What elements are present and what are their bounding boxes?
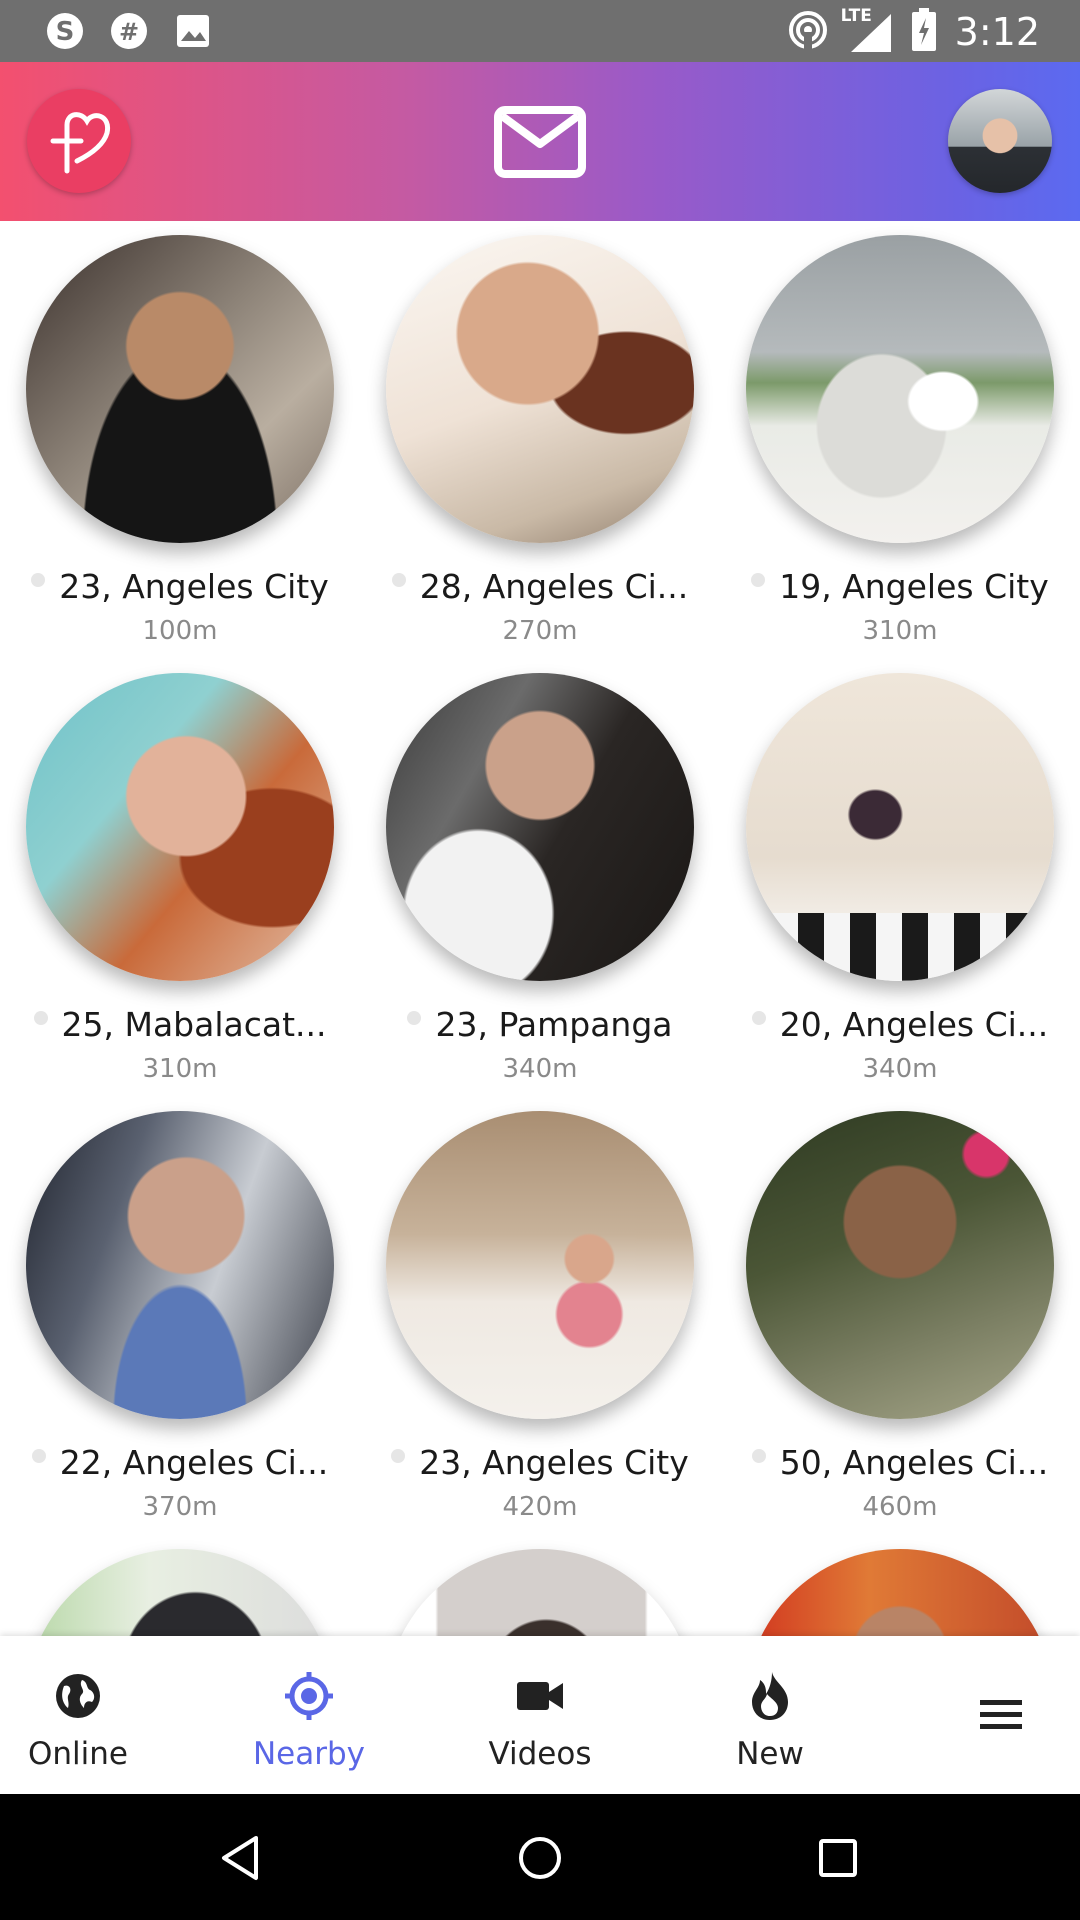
profile-photo[interactable] bbox=[26, 1549, 334, 1636]
profile-label: 28, Angeles Ci... bbox=[419, 567, 689, 606]
app-header bbox=[0, 62, 1080, 221]
image-icon bbox=[172, 10, 214, 52]
tab-label: Videos bbox=[488, 1736, 592, 1772]
signal-icon: LTE bbox=[841, 6, 893, 54]
heart-logo-icon[interactable] bbox=[27, 89, 131, 193]
recents-icon[interactable] bbox=[810, 1830, 866, 1886]
status-dot bbox=[31, 1448, 46, 1463]
profile-card[interactable]: 25, Mabalacat... 310m bbox=[0, 659, 360, 1099]
flame-icon bbox=[744, 1670, 796, 1722]
profile-distance: 340m bbox=[862, 1054, 938, 1084]
profile-distance: 270m bbox=[502, 616, 578, 646]
status-dot bbox=[751, 1448, 766, 1463]
tab-new[interactable]: New bbox=[670, 1636, 870, 1794]
profile-distance: 420m bbox=[502, 1492, 578, 1522]
profile-card[interactable]: 50, Angeles Ci... 460m bbox=[720, 1097, 1080, 1537]
hotspot-icon bbox=[787, 9, 829, 55]
home-icon[interactable] bbox=[512, 1830, 568, 1886]
status-dot bbox=[33, 1010, 48, 1025]
profile-card[interactable]: 20, Angeles Ci... 340m bbox=[720, 659, 1080, 1099]
status-dot bbox=[751, 1010, 766, 1025]
profile-photo[interactable] bbox=[26, 1111, 334, 1419]
status-dot bbox=[31, 572, 46, 587]
profile-distance: 340m bbox=[502, 1054, 578, 1084]
status-dot bbox=[391, 572, 406, 587]
profile-card[interactable]: 23, Angeles City 420m bbox=[360, 1097, 720, 1537]
profile-distance: 310m bbox=[142, 1054, 218, 1084]
status-bar: S # LTE 3:12 bbox=[0, 0, 1080, 62]
network-type: LTE bbox=[840, 6, 872, 26]
clock: 3:12 bbox=[954, 10, 1040, 54]
profile-photo[interactable] bbox=[746, 1549, 1054, 1636]
profile-card[interactable] bbox=[0, 1535, 360, 1636]
profile-card[interactable] bbox=[360, 1535, 720, 1636]
bottom-navigation: Online Nearby Videos New bbox=[0, 1636, 1080, 1794]
profile-photo[interactable] bbox=[746, 1111, 1054, 1419]
tab-label: Nearby bbox=[252, 1736, 366, 1772]
profile-distance: 370m bbox=[142, 1492, 218, 1522]
profile-card[interactable]: 19, Angeles City 310m bbox=[720, 221, 1080, 661]
profile-label: 50, Angeles Ci... bbox=[779, 1443, 1049, 1482]
profile-photo[interactable] bbox=[746, 673, 1054, 981]
profile-label: 20, Angeles Ci... bbox=[779, 1005, 1049, 1044]
tab-label: Online bbox=[28, 1736, 128, 1772]
profile-label: 23, Pampanga bbox=[435, 1005, 673, 1044]
profile-label: 23, Angeles City bbox=[59, 567, 329, 606]
profile-photo[interactable] bbox=[746, 235, 1054, 543]
user-avatar[interactable] bbox=[948, 89, 1052, 193]
profile-card[interactable]: 23, Pampanga 340m bbox=[360, 659, 720, 1099]
globe-icon bbox=[52, 1670, 104, 1722]
status-dot bbox=[391, 1448, 406, 1463]
battery-icon bbox=[911, 8, 937, 56]
hamburger-menu-icon[interactable] bbox=[980, 1698, 1022, 1730]
profile-photo[interactable] bbox=[26, 235, 334, 543]
profile-distance: 460m bbox=[862, 1492, 938, 1522]
profile-photo[interactable] bbox=[386, 235, 694, 543]
crosshair-icon bbox=[283, 1670, 335, 1722]
profile-photo[interactable] bbox=[386, 673, 694, 981]
profile-photo[interactable] bbox=[26, 673, 334, 981]
profile-grid: 23, Angeles City 100m 28, Angeles Ci... … bbox=[0, 221, 1080, 1636]
profile-card[interactable]: 23, Angeles City 100m bbox=[0, 221, 360, 661]
profile-label: 22, Angeles Ci... bbox=[59, 1443, 329, 1482]
profile-card[interactable]: 22, Angeles Ci... 370m bbox=[0, 1097, 360, 1537]
tab-videos[interactable]: Videos bbox=[440, 1636, 640, 1794]
profile-label: 25, Mabalacat... bbox=[61, 1005, 327, 1044]
tab-nearby[interactable]: Nearby bbox=[209, 1636, 409, 1794]
tab-online[interactable]: Online bbox=[0, 1636, 178, 1794]
tab-label: New bbox=[736, 1736, 804, 1772]
system-navigation-bar bbox=[0, 1794, 1080, 1920]
video-camera-icon bbox=[514, 1670, 566, 1722]
profile-label: 19, Angeles City bbox=[779, 567, 1049, 606]
profile-photo[interactable] bbox=[386, 1111, 694, 1419]
skype-icon: S bbox=[44, 10, 86, 52]
back-icon[interactable] bbox=[212, 1830, 268, 1886]
profile-distance: 310m bbox=[862, 616, 938, 646]
profile-card[interactable]: 28, Angeles Ci... 270m bbox=[360, 221, 720, 661]
svg-text:S: S bbox=[56, 17, 75, 47]
profile-card[interactable] bbox=[720, 1535, 1080, 1636]
hash-icon: # bbox=[108, 10, 150, 52]
profile-distance: 100m bbox=[142, 616, 218, 646]
svg-text:#: # bbox=[119, 18, 139, 46]
profile-photo[interactable] bbox=[386, 1549, 694, 1636]
profile-label: 23, Angeles City bbox=[419, 1443, 689, 1482]
status-dot bbox=[751, 572, 766, 587]
status-dot bbox=[407, 1010, 422, 1025]
mail-icon[interactable] bbox=[494, 106, 586, 178]
